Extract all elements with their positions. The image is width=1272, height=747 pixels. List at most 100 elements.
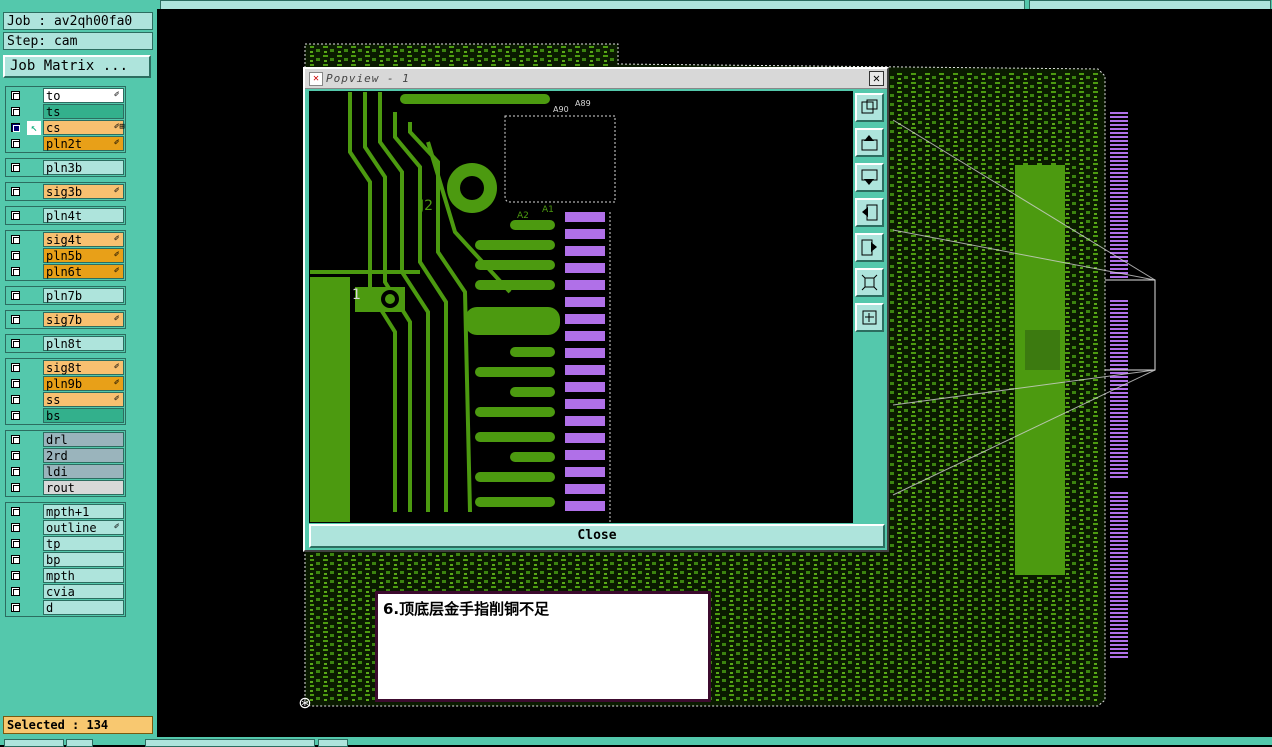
layer-name[interactable]: to — [43, 88, 124, 103]
layer-name[interactable]: rout — [43, 480, 124, 495]
layer-name[interactable]: mpth — [43, 568, 124, 583]
layer-row-pln7b[interactable]: pln7b — [6, 288, 125, 304]
layer-name[interactable]: sig3b — [43, 184, 124, 199]
layer-name[interactable]: outline — [43, 520, 124, 535]
layer-row-pln2t[interactable]: pln2t ✐ — [6, 136, 125, 152]
layer-name[interactable]: pln6t — [43, 264, 124, 279]
close-button[interactable]: Close — [309, 524, 885, 548]
layer-row-ldi[interactable]: ldi — [6, 464, 125, 480]
layer-name[interactable]: bp — [43, 552, 124, 567]
layer-checkbox[interactable] — [11, 379, 20, 388]
layer-row-outline[interactable]: outline ✐ — [6, 520, 125, 536]
layer-row-sig4t[interactable]: sig4t ✐ — [6, 232, 125, 248]
layer-row-pln3b[interactable]: pln3b — [6, 160, 125, 176]
layer-checkbox[interactable] — [11, 139, 20, 148]
layer-checkbox[interactable] — [11, 603, 20, 612]
app-icon: ✕ — [309, 72, 323, 86]
layer-checkbox[interactable] — [11, 315, 20, 324]
layer-name[interactable]: pln4t — [43, 208, 124, 223]
layer-row-cvia[interactable]: cvia — [6, 584, 125, 600]
layer-name[interactable]: bs — [43, 408, 124, 423]
layer-checkbox[interactable] — [11, 507, 20, 516]
layer-row-2rd[interactable]: 2rd — [6, 448, 125, 464]
layer-row-bs[interactable]: bs — [6, 408, 125, 424]
popview-canvas[interactable]: J2 A2 A1 A90 A89 1 — [309, 91, 853, 523]
layer-checkbox[interactable] — [11, 395, 20, 404]
layer-name[interactable]: pln9b — [43, 376, 124, 391]
zoom-fit-button[interactable] — [855, 93, 884, 122]
layer-row-sig8t[interactable]: sig8t ✐ — [6, 360, 125, 376]
layer-name[interactable]: pln3b — [43, 160, 124, 175]
layer-name[interactable]: ss — [43, 392, 124, 407]
layer-checkbox[interactable] — [11, 187, 20, 196]
layer-checkbox[interactable] — [11, 291, 20, 300]
layer-checkbox[interactable] — [11, 483, 20, 492]
layer-row-pln4t[interactable]: pln4t — [6, 208, 125, 224]
layer-name[interactable]: 2rd — [43, 448, 124, 463]
move-right-button[interactable] — [855, 233, 884, 262]
close-icon[interactable]: ✕ — [869, 71, 884, 86]
layer-checkbox[interactable] — [11, 235, 20, 244]
layer-checkbox[interactable] — [11, 91, 20, 100]
layer-name[interactable]: cs — [43, 120, 124, 135]
layer-checkbox[interactable] — [11, 251, 20, 260]
layer-name[interactable]: drl — [43, 432, 124, 447]
layer-name[interactable]: d — [43, 600, 124, 615]
job-matrix-button[interactable]: Job Matrix ... — [3, 55, 151, 78]
layer-checkbox[interactable] — [11, 163, 20, 172]
layer-row-ss[interactable]: ss ✐ — [6, 392, 125, 408]
layer-row-bp[interactable]: bp — [6, 552, 125, 568]
layer-name[interactable]: ldi — [43, 464, 124, 479]
layer-checkbox[interactable] — [11, 467, 20, 476]
layer-row-rout[interactable]: rout — [6, 480, 125, 496]
layer-name[interactable]: sig8t — [43, 360, 124, 375]
layer-checkbox[interactable] — [11, 571, 20, 580]
layer-name[interactable]: tp — [43, 536, 124, 551]
layer-row-pln9b[interactable]: pln9b ✐ — [6, 376, 125, 392]
layer-row-pln6t[interactable]: pln6t ✐ — [6, 264, 125, 280]
layer-row-ts[interactable]: ts — [6, 104, 125, 120]
layer-name[interactable]: sig4t — [43, 232, 124, 247]
layer-row-drl[interactable]: drl — [6, 432, 125, 448]
zoom-out-button[interactable] — [855, 303, 884, 332]
popview-window[interactable]: ✕ Popview - 1 ✕ J2 A2 A1 A90 A89 1 Close — [303, 67, 889, 552]
popview-title: Popview - 1 — [326, 72, 410, 85]
layer-row-cs[interactable]: ↖ cs ✐⊞ — [6, 120, 125, 136]
layer-checkbox[interactable] — [11, 451, 20, 460]
layer-flag-icon: ✐ — [114, 314, 120, 324]
layer-name[interactable]: cvia — [43, 584, 124, 599]
layer-checkbox[interactable] — [11, 539, 20, 548]
layer-checkbox[interactable] — [11, 411, 20, 420]
layer-checkbox[interactable] — [11, 555, 20, 564]
layer-row-sig7b[interactable]: sig7b ✐ — [6, 312, 125, 328]
layer-row-d[interactable]: d — [6, 600, 125, 616]
layer-name[interactable]: sig7b — [43, 312, 124, 327]
layer-checkbox[interactable] — [11, 211, 20, 220]
layer-checkbox[interactable] — [11, 339, 20, 348]
layer-name[interactable]: pln5b — [43, 248, 124, 263]
layer-checkbox[interactable] — [11, 435, 20, 444]
layer-row-pln5b[interactable]: pln5b ✐ — [6, 248, 125, 264]
layer-row-mpth+1[interactable]: mpth+1 — [6, 504, 125, 520]
layer-checkbox[interactable] — [11, 123, 20, 132]
layer-name[interactable]: mpth+1 — [43, 504, 124, 519]
move-left-button[interactable] — [855, 198, 884, 227]
layer-name[interactable]: ts — [43, 104, 124, 119]
layer-row-sig3b[interactable]: sig3b ✐ — [6, 184, 125, 200]
move-down-button[interactable] — [855, 163, 884, 192]
layer-checkbox[interactable] — [11, 587, 20, 596]
layer-row-pln8t[interactable]: pln8t — [6, 336, 125, 352]
layer-checkbox[interactable] — [11, 107, 20, 116]
layer-row-tp[interactable]: tp — [6, 536, 125, 552]
layer-name[interactable]: pln2t — [43, 136, 124, 151]
layer-row-to[interactable]: to ✐ — [6, 88, 125, 104]
move-up-button[interactable] — [855, 128, 884, 157]
layer-row-mpth[interactable]: mpth — [6, 568, 125, 584]
layer-checkbox[interactable] — [11, 267, 20, 276]
zoom-in-button[interactable] — [855, 268, 884, 297]
popview-titlebar[interactable]: ✕ Popview - 1 ✕ — [305, 69, 887, 89]
layer-name[interactable]: pln8t — [43, 336, 124, 351]
layer-name[interactable]: pln7b — [43, 288, 124, 303]
layer-checkbox[interactable] — [11, 363, 20, 372]
layer-checkbox[interactable] — [11, 523, 20, 532]
